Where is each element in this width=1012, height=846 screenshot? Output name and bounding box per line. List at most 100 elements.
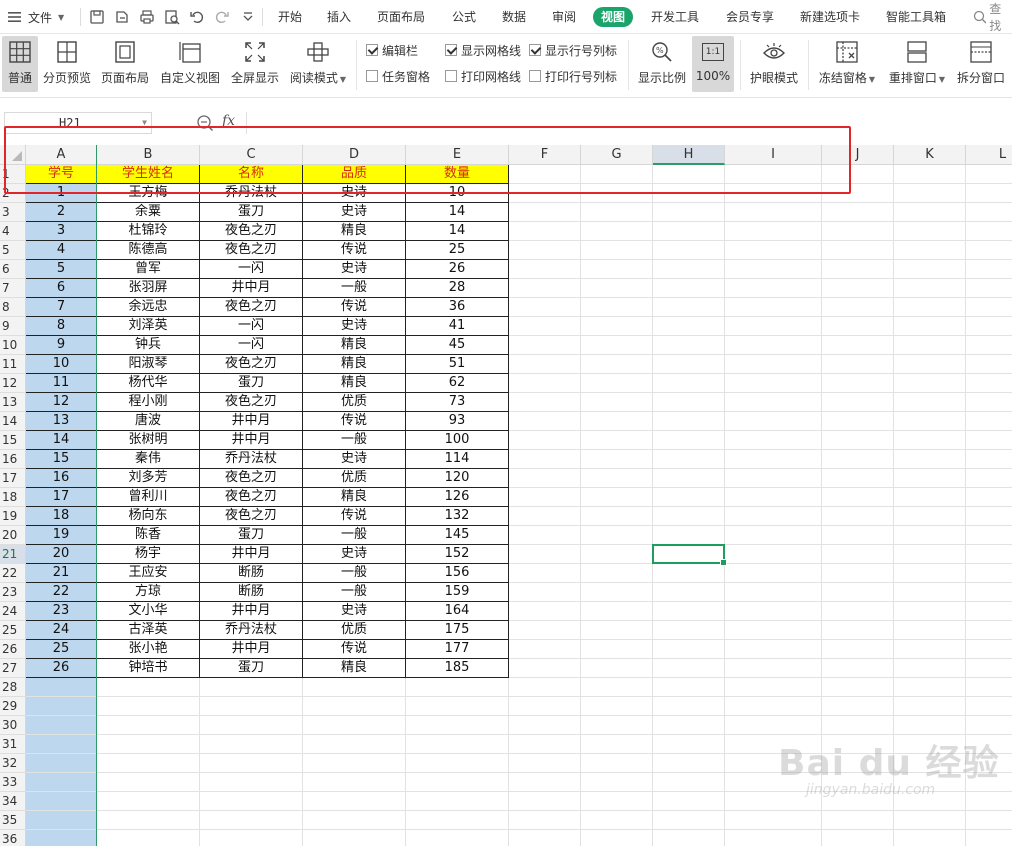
empty-cell[interactable]	[894, 279, 966, 298]
table-cell[interactable]: 精良	[303, 659, 406, 678]
table-cell[interactable]: 史诗	[303, 317, 406, 336]
table-cell[interactable]: 一般	[303, 431, 406, 450]
table-cell[interactable]: 井中月	[200, 412, 303, 431]
empty-cell[interactable]	[822, 450, 894, 469]
empty-cell[interactable]	[509, 583, 581, 602]
table-cell[interactable]: 钟兵	[97, 336, 200, 355]
empty-cell[interactable]	[966, 241, 1012, 260]
table-cell[interactable]: 陈德高	[97, 241, 200, 260]
table-cell[interactable]: 夜色之刃	[200, 222, 303, 241]
table-cell[interactable]: 126	[406, 488, 509, 507]
empty-cell[interactable]	[509, 431, 581, 450]
empty-cell[interactable]	[653, 602, 725, 621]
table-cell[interactable]: 乔丹法杖	[200, 621, 303, 640]
empty-cell[interactable]	[653, 773, 725, 792]
row-header[interactable]: 13	[0, 393, 26, 412]
search-button[interactable]: 查找	[973, 0, 1012, 34]
table-cell[interactable]: 夜色之刃	[200, 241, 303, 260]
empty-cell[interactable]	[966, 621, 1012, 640]
table-cell[interactable]: 史诗	[303, 545, 406, 564]
empty-cell[interactable]	[581, 773, 653, 792]
empty-cell[interactable]	[653, 564, 725, 583]
empty-cell[interactable]	[581, 469, 653, 488]
empty-cell[interactable]	[822, 431, 894, 450]
empty-cell[interactable]	[725, 260, 822, 279]
empty-cell[interactable]	[509, 507, 581, 526]
empty-cell[interactable]	[894, 602, 966, 621]
table-cell[interactable]: 史诗	[303, 450, 406, 469]
row-header[interactable]: 20	[0, 526, 26, 545]
table-cell[interactable]: 156	[406, 564, 509, 583]
empty-cell[interactable]	[822, 336, 894, 355]
table-cell[interactable]: 优质	[303, 393, 406, 412]
table-cell[interactable]: 14	[406, 203, 509, 222]
tab-view[interactable]: 视图	[593, 7, 634, 27]
empty-cell[interactable]	[26, 678, 97, 697]
table-cell[interactable]: 14	[406, 222, 509, 241]
empty-cell[interactable]	[822, 203, 894, 222]
table-cell[interactable]: 19	[26, 526, 97, 545]
table-cell[interactable]: 蛋刀	[200, 203, 303, 222]
empty-cell[interactable]	[509, 811, 581, 830]
table-cell[interactable]: 史诗	[303, 602, 406, 621]
row-header[interactable]: 28	[0, 678, 26, 697]
file-menu[interactable]: 文件 ▼	[8, 0, 64, 34]
empty-cell[interactable]	[406, 773, 509, 792]
empty-cell[interactable]	[581, 583, 653, 602]
table-cell[interactable]: 21	[26, 564, 97, 583]
empty-cell[interactable]	[894, 241, 966, 260]
empty-cell[interactable]	[581, 412, 653, 431]
table-cell[interactable]: 45	[406, 336, 509, 355]
table-cell[interactable]: 夜色之刃	[200, 355, 303, 374]
empty-cell[interactable]	[966, 412, 1012, 431]
empty-cell[interactable]	[725, 621, 822, 640]
empty-cell[interactable]	[406, 754, 509, 773]
empty-cell[interactable]	[653, 450, 725, 469]
formula-bar-checkbox[interactable]: 编辑栏	[366, 42, 418, 58]
empty-cell[interactable]	[581, 336, 653, 355]
empty-cell[interactable]	[97, 697, 200, 716]
table-cell[interactable]: 120	[406, 469, 509, 488]
table-cell[interactable]: 175	[406, 621, 509, 640]
table-cell[interactable]: 程小刚	[97, 393, 200, 412]
empty-cell[interactable]	[725, 830, 822, 846]
empty-cell[interactable]	[822, 222, 894, 241]
table-cell[interactable]: 杨宇	[97, 545, 200, 564]
empty-cell[interactable]	[725, 659, 822, 678]
row-header[interactable]: 19	[0, 507, 26, 526]
quick-access-more-icon[interactable]	[240, 9, 253, 25]
empty-cell[interactable]	[822, 298, 894, 317]
row-header[interactable]: 32	[0, 754, 26, 773]
table-cell[interactable]: 优质	[303, 621, 406, 640]
table-cell[interactable]: 方琼	[97, 583, 200, 602]
empty-cell[interactable]	[581, 545, 653, 564]
empty-cell[interactable]	[894, 564, 966, 583]
row-header[interactable]: 23	[0, 583, 26, 602]
export-icon[interactable]	[114, 9, 130, 25]
tab-new-tab[interactable]: 新建选项卡	[800, 7, 860, 27]
row-header[interactable]: 8	[0, 298, 26, 317]
empty-cell[interactable]	[509, 659, 581, 678]
column-header-k[interactable]: K	[894, 145, 966, 165]
empty-cell[interactable]	[894, 830, 966, 846]
table-cell[interactable]: 7	[26, 298, 97, 317]
table-cell[interactable]: 3	[26, 222, 97, 241]
empty-cell[interactable]	[894, 469, 966, 488]
empty-cell[interactable]	[822, 374, 894, 393]
empty-cell[interactable]	[725, 811, 822, 830]
empty-cell[interactable]	[725, 602, 822, 621]
empty-cell[interactable]	[26, 773, 97, 792]
empty-cell[interactable]	[894, 431, 966, 450]
empty-cell[interactable]	[97, 792, 200, 811]
empty-cell[interactable]	[200, 697, 303, 716]
empty-cell[interactable]	[653, 298, 725, 317]
table-cell[interactable]: 蛋刀	[200, 374, 303, 393]
table-cell[interactable]: 夜色之刃	[200, 393, 303, 412]
show-gridlines-checkbox[interactable]: 显示网格线	[445, 42, 521, 58]
empty-cell[interactable]	[966, 279, 1012, 298]
empty-cell[interactable]	[653, 678, 725, 697]
empty-cell[interactable]	[509, 317, 581, 336]
print-preview-icon[interactable]	[164, 9, 180, 25]
empty-cell[interactable]	[966, 640, 1012, 659]
table-cell[interactable]: 114	[406, 450, 509, 469]
